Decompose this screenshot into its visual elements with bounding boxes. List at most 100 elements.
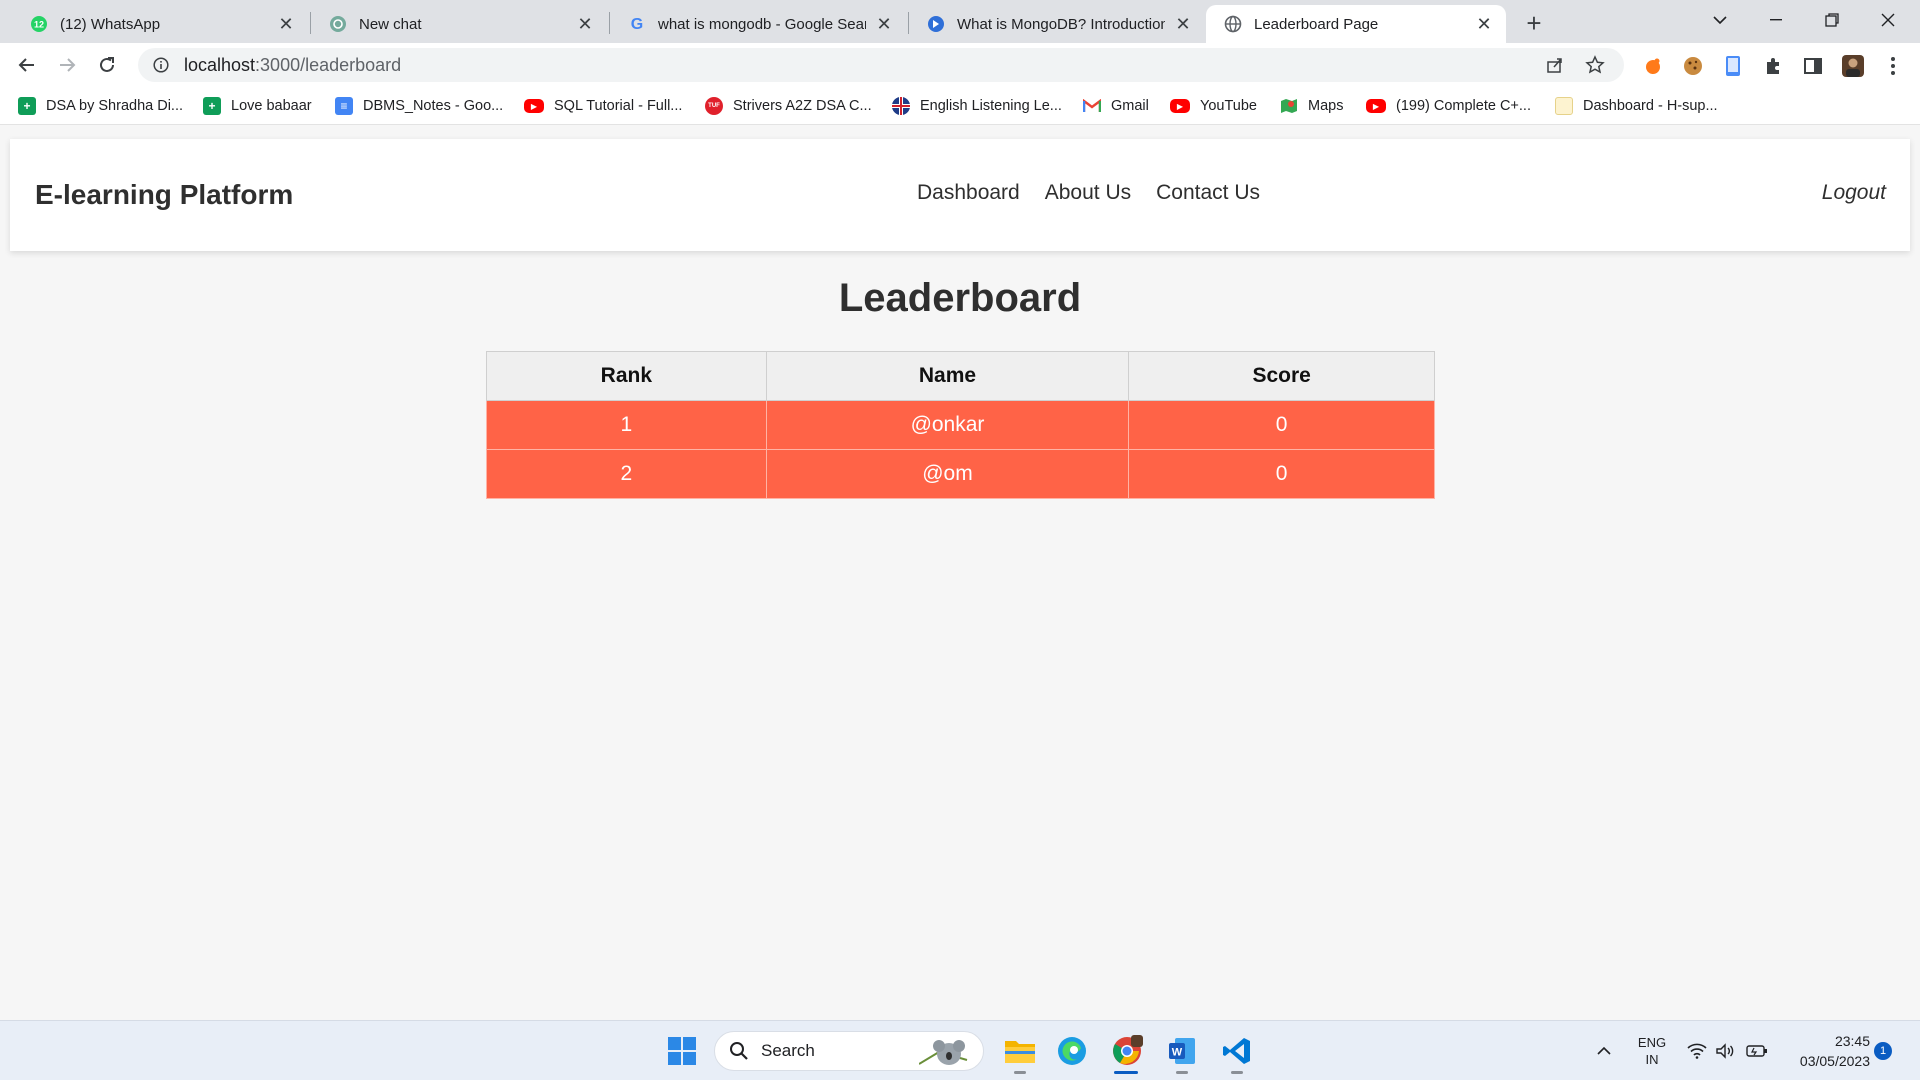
bookmark-dsa-shradha[interactable]: + DSA by Shradha Di... [18,95,183,117]
close-window-icon[interactable] [1860,0,1916,40]
forward-arrow-icon[interactable] [52,50,82,80]
score-cell: 0 [1128,400,1435,450]
search-placeholder: Search [761,1041,815,1060]
bookmark-complete-cpp[interactable]: ▶ (199) Complete C+... [1366,95,1531,117]
bookmarks-bar: + DSA by Shradha Di... + Love babaar ≡ D… [0,87,1920,125]
bookmark-english-listening[interactable]: English Listening Le... [892,95,1062,117]
tab-new-chat[interactable]: New chat ✕ [311,5,607,43]
close-tab-icon[interactable]: ✕ [874,14,894,34]
page-title: Leaderboard [838,276,1082,320]
table-row: 1 @onkar 0 [486,400,1435,450]
close-tab-icon[interactable]: ✕ [575,14,595,34]
whatsapp-icon: 12 [30,15,48,33]
bookmark-label: Love babaar [231,98,312,114]
tab-search-chevron-icon[interactable] [1692,0,1748,40]
windows-start-icon[interactable] [662,1031,702,1071]
rank-cell: 1 [486,400,767,450]
profile-avatar[interactable] [1840,53,1866,79]
volume-icon[interactable] [1712,1021,1738,1080]
bookmark-love-babaar[interactable]: + Love babaar [203,95,312,117]
bookmark-maps[interactable]: Maps [1280,95,1343,117]
name-cell: @om [765,449,1130,499]
address-bar[interactable]: localhost:3000/leaderboard [138,48,1624,82]
restore-icon[interactable] [1804,0,1860,40]
youtube-icon: ▶ [524,99,544,113]
minimize-icon[interactable] [1748,0,1804,40]
reload-icon[interactable] [92,50,122,80]
bookmark-label: Dashboard - H-sup... [1583,98,1718,114]
column-header-rank: Rank [486,351,767,401]
bookmark-gmail[interactable]: Gmail [1083,95,1149,117]
bookmark-label: English Listening Le... [920,98,1062,114]
search-icon [729,1041,749,1061]
close-tab-icon[interactable]: ✕ [1474,14,1494,34]
chrome-browser-icon[interactable] [1107,1031,1147,1071]
nav-link-about-us[interactable]: About Us [1045,181,1131,205]
battery-icon[interactable] [1744,1021,1770,1080]
notification-badge[interactable]: 1 [1874,1042,1892,1060]
tab-whatsapp[interactable]: 12 (12) WhatsApp ✕ [12,5,308,43]
tab-leaderboard-page[interactable]: Leaderboard Page ✕ [1206,5,1506,43]
svg-text:G: G [631,16,643,33]
back-arrow-icon[interactable] [12,50,42,80]
maps-icon [1280,97,1298,115]
browser-toolbar: localhost:3000/leaderboard [0,43,1920,87]
phone-extension-icon[interactable] [1720,53,1746,79]
tab-title: What is MongoDB? Introduction, [957,15,1165,33]
bookmark-youtube[interactable]: ▶ YouTube [1170,95,1257,117]
table-row: 2 @om 0 [486,449,1435,499]
site-info-icon[interactable] [152,56,170,74]
extension-orange-icon[interactable] [1640,53,1666,79]
url-text: localhost:3000/leaderboard [184,55,401,76]
nav-link-contact-us[interactable]: Contact Us [1156,181,1260,205]
google-icon: G [628,15,646,33]
tab-title: (12) WhatsApp [60,15,161,33]
new-tab-plus-icon[interactable]: + [1519,8,1549,38]
language-indicator[interactable]: ENG IN [1630,1021,1674,1080]
running-indicator [1231,1071,1243,1074]
vscode-icon[interactable] [1217,1031,1257,1071]
bookmark-dbms-notes[interactable]: ≡ DBMS_Notes - Goo... [335,95,503,117]
word-app-icon[interactable]: W [1162,1031,1202,1071]
running-indicator [1176,1071,1188,1074]
nav-link-dashboard[interactable]: Dashboard [917,181,1020,205]
tab-mongodb-intro[interactable]: What is MongoDB? Introduction, ✕ [909,5,1205,43]
bookmark-label: DBMS_Notes - Goo... [363,98,504,114]
bookmark-label: SQL Tutorial - Full... [554,98,683,114]
name-cell: @onkar [765,400,1130,450]
tab-google-search[interactable]: G what is mongodb - Google Searc ✕ [610,5,906,43]
wifi-icon[interactable] [1684,1021,1710,1080]
site-globe-icon [927,15,945,33]
system-clock[interactable]: 23:45 03/05/2023 [1780,1031,1870,1071]
close-tab-icon[interactable]: ✕ [1173,14,1193,34]
file-explorer-icon[interactable] [1000,1031,1040,1071]
side-panel-icon[interactable] [1800,53,1826,79]
show-hidden-icons-chevron-icon[interactable] [1592,1021,1616,1080]
clock-time: 23:45 [1834,1033,1870,1049]
taskbar-search-box[interactable]: Search [714,1031,984,1071]
bookmark-star-icon[interactable] [1578,48,1612,82]
uk-flag-icon [892,97,910,115]
column-header-score: Score [1128,351,1435,401]
bookmark-label: DSA by Shradha Di... [46,98,184,114]
tab-title: Leaderboard Page [1254,15,1379,33]
youtube-icon: ▶ [1366,99,1386,113]
bookmark-sql-tutorial[interactable]: ▶ SQL Tutorial - Full... [524,95,682,117]
browser-menu-icon[interactable] [1880,53,1906,79]
windows-taskbar: Search W ENG IN 23:45 03/05/2023 1 [0,1020,1920,1080]
language-code: ENG [1637,1035,1667,1050]
logout-link[interactable]: Logout [1822,181,1886,205]
dashboard-icon [1555,97,1573,115]
leaderboard-table: Rank Name Score 1 @onkar 0 2 @om 0 [486,351,1435,499]
bookmark-dashboard-hsup[interactable]: Dashboard - H-sup... [1555,95,1718,117]
extensions-puzzle-icon[interactable] [1760,53,1786,79]
nav-links: Dashboard About Us Contact Us [917,181,1285,205]
bookmark-label: (199) Complete C+... [1396,98,1531,114]
active-indicator [1114,1071,1138,1074]
table-header-row: Rank Name Score [486,351,1435,401]
bookmark-strivers-a2z[interactable]: TUF Strivers A2Z DSA C... [705,95,872,117]
edge-browser-icon[interactable] [1052,1031,1092,1071]
close-tab-icon[interactable]: ✕ [276,14,296,34]
share-icon[interactable] [1538,48,1572,82]
cookie-extension-icon[interactable] [1680,53,1706,79]
